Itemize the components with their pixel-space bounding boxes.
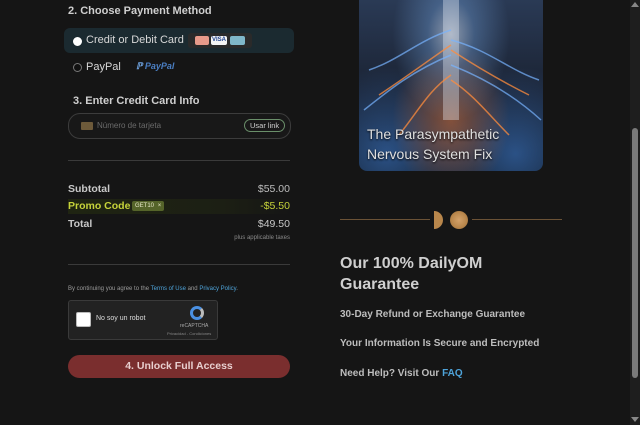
recaptcha-label: No soy un robot — [96, 315, 146, 322]
mastercard-icon — [195, 36, 209, 45]
card-option-label: Credit or Debit Card — [86, 34, 184, 46]
recaptcha-widget: No soy un robot reCAPTCHA Privacidad - C… — [68, 300, 218, 340]
ornament-line-right — [472, 219, 562, 220]
paypal-logo-text: PayPal — [144, 61, 175, 71]
recaptcha-checkbox[interactable] — [76, 312, 91, 327]
divider-bottom — [68, 264, 290, 265]
guarantee-title-line2: Guarantee — [340, 276, 420, 293]
paypal-icon: ℙ — [136, 61, 143, 71]
course-title: The Parasympathetic Nervous System Fix — [367, 124, 499, 164]
terms-of-use-link[interactable]: Terms of Use — [151, 286, 186, 292]
terms-and: and — [185, 286, 200, 292]
logo-flower-shape — [450, 211, 468, 229]
ornament-line-left — [340, 219, 430, 220]
promo-label: Promo Code — [68, 200, 131, 212]
paypal-option-label: PayPal — [86, 61, 121, 73]
tax-note: plus applicable taxes — [234, 235, 290, 241]
recaptcha-logo-icon — [190, 306, 204, 320]
help-text: Need Help? Visit Our FAQ — [340, 368, 463, 379]
help-prefix: Need Help? Visit Our — [340, 368, 443, 379]
total-label: Total — [68, 218, 93, 230]
payment-option-paypal[interactable]: PayPal ℙ PayPal — [64, 56, 294, 78]
promo-code-badge[interactable]: GET10 × — [132, 201, 165, 211]
recaptcha-brand: reCAPTCHA — [180, 323, 209, 329]
scroll-down-arrow-icon[interactable] — [631, 417, 639, 422]
faq-link[interactable]: FAQ — [442, 368, 463, 379]
promo-row: Promo Code GET10 × -$5.50 — [68, 199, 290, 214]
privacy-policy-link[interactable]: Privacy Policy — [199, 286, 236, 292]
logo-d-shape — [434, 211, 443, 229]
guarantee-title-line1: Our 100% DailyOM — [340, 255, 483, 272]
terms-prefix: By continuing you agree to the — [68, 286, 151, 292]
paypal-logo: ℙ PayPal — [136, 61, 174, 72]
divider-top — [68, 160, 290, 161]
paypal-radio[interactable] — [73, 63, 82, 72]
recaptcha-footer: Privacidad - Condiciones — [167, 331, 212, 336]
promo-remove-icon[interactable]: × — [158, 203, 162, 209]
terms-notice: By continuing you agree to the Terms of … — [68, 286, 238, 292]
refund-guarantee: 30-Day Refund or Exchange Guarantee — [340, 309, 526, 320]
subtotal-label: Subtotal — [68, 183, 110, 195]
unlock-button[interactable]: 4. Unlock Full Access — [68, 355, 290, 378]
payment-section-title: 2. Choose Payment Method — [68, 5, 212, 17]
course-title-line2: Nervous System Fix — [367, 146, 493, 162]
link-button[interactable]: Usar link — [244, 119, 286, 132]
total-value: $49.50 — [257, 218, 290, 230]
card-info-section-title: 3. Enter Credit Card Info — [73, 95, 200, 107]
promo-value: -$5.50 — [260, 200, 290, 212]
course-card[interactable]: The Parasympathetic Nervous System Fix — [359, 0, 543, 171]
course-title-line1: The Parasympathetic — [367, 126, 500, 142]
dailyom-logo-icon — [432, 211, 468, 229]
guarantee-title: Our 100% DailyOM Guarantee — [340, 253, 482, 295]
card-brands: VISA — [188, 33, 252, 48]
promo-code: GET10 — [135, 203, 155, 209]
terms-suffix: . — [236, 286, 238, 292]
scrollbar-thumb[interactable] — [632, 128, 638, 378]
amex-icon — [230, 36, 245, 45]
subtotal-value: $55.00 — [257, 183, 290, 195]
unlock-button-label: 4. Unlock Full Access — [125, 360, 233, 372]
secure-info: Your Information Is Secure and Encrypted — [340, 338, 540, 349]
visa-icon: VISA — [211, 36, 227, 45]
card-icon — [81, 122, 93, 130]
payment-option-card[interactable]: Credit or Debit Card VISA — [64, 28, 294, 53]
card-number-placeholder: Número de tarjeta — [97, 121, 162, 130]
card-radio[interactable] — [73, 37, 82, 46]
card-number-field[interactable]: Número de tarjeta Usar link — [68, 113, 291, 139]
scroll-up-arrow-icon[interactable] — [631, 2, 639, 7]
